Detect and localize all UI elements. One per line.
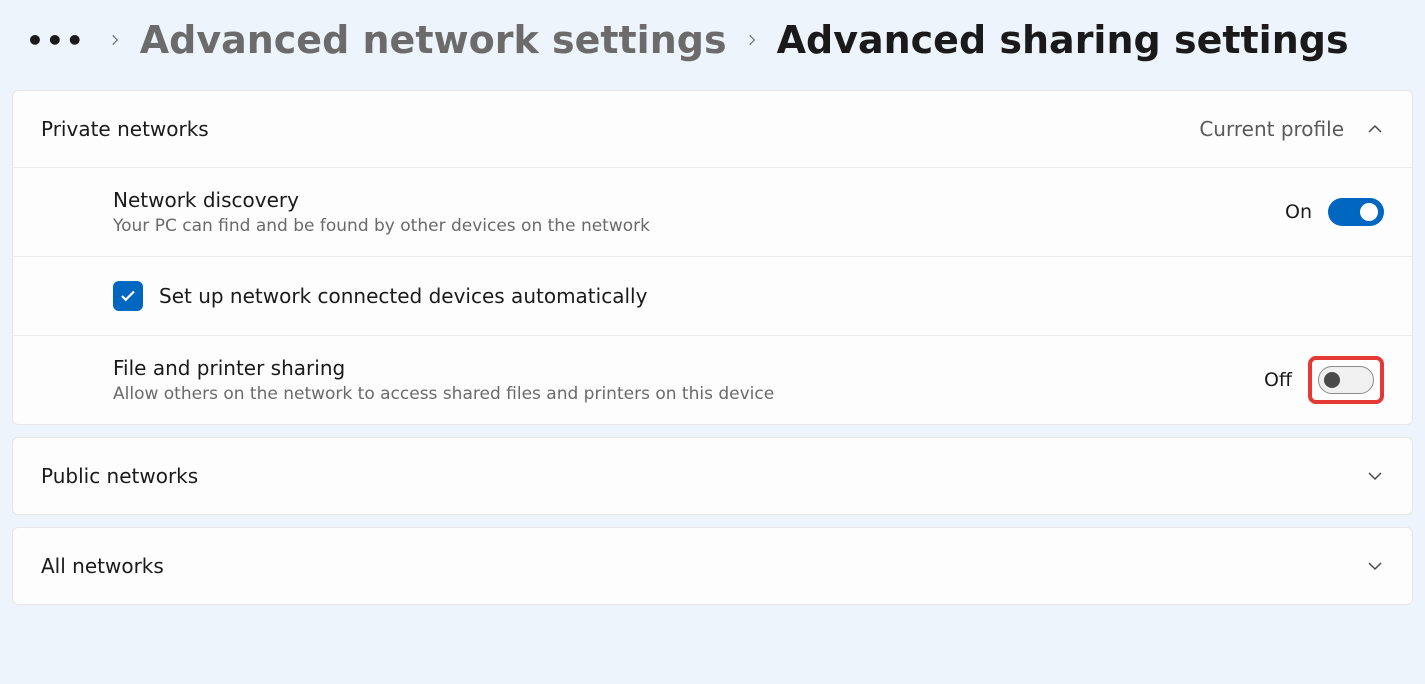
private-networks-panel: Private networks Current profile Network… — [12, 90, 1413, 425]
network-discovery-title: Network discovery — [113, 188, 1285, 212]
chevron-down-icon — [1366, 557, 1384, 575]
file-printer-toggle[interactable] — [1318, 366, 1374, 394]
network-discovery-info: Network discovery Your PC can find and b… — [113, 188, 1285, 236]
file-printer-highlight — [1308, 356, 1384, 404]
breadcrumb-current: Advanced sharing settings — [777, 18, 1349, 62]
all-networks-panel: All networks — [12, 527, 1413, 605]
auto-setup-row: Set up network connected devices automat… — [13, 256, 1412, 335]
network-discovery-state: On — [1285, 201, 1312, 223]
section-title: Private networks — [41, 117, 1199, 141]
file-printer-row: File and printer sharing Allow others on… — [13, 335, 1412, 424]
check-icon — [119, 287, 137, 305]
current-profile-label: Current profile — [1199, 117, 1344, 141]
chevron-right-icon — [108, 28, 122, 52]
file-printer-desc: Allow others on the network to access sh… — [113, 384, 1264, 404]
section-title: Public networks — [41, 464, 1366, 488]
toggle-knob — [1360, 203, 1378, 221]
public-networks-panel: Public networks — [12, 437, 1413, 515]
network-discovery-row: Network discovery Your PC can find and b… — [13, 167, 1412, 256]
public-networks-header[interactable]: Public networks — [13, 438, 1412, 514]
file-printer-info: File and printer sharing Allow others on… — [113, 356, 1264, 404]
auto-setup-checkbox[interactable] — [113, 281, 143, 311]
breadcrumb-parent[interactable]: Advanced network settings — [140, 18, 727, 62]
all-networks-header[interactable]: All networks — [13, 528, 1412, 604]
chevron-right-icon — [745, 28, 759, 52]
private-networks-header[interactable]: Private networks Current profile — [13, 91, 1412, 167]
network-discovery-toggle[interactable] — [1328, 198, 1384, 226]
section-title: All networks — [41, 554, 1366, 578]
chevron-down-icon — [1366, 467, 1384, 485]
file-printer-title: File and printer sharing — [113, 356, 1264, 380]
breadcrumb-ellipsis[interactable]: ••• — [22, 24, 90, 57]
breadcrumb: ••• Advanced network settings Advanced s… — [0, 0, 1425, 90]
chevron-up-icon — [1366, 120, 1384, 138]
toggle-knob — [1324, 372, 1340, 388]
file-printer-state: Off — [1264, 369, 1292, 391]
auto-setup-label: Set up network connected devices automat… — [159, 284, 647, 308]
network-discovery-desc: Your PC can find and be found by other d… — [113, 216, 1285, 236]
